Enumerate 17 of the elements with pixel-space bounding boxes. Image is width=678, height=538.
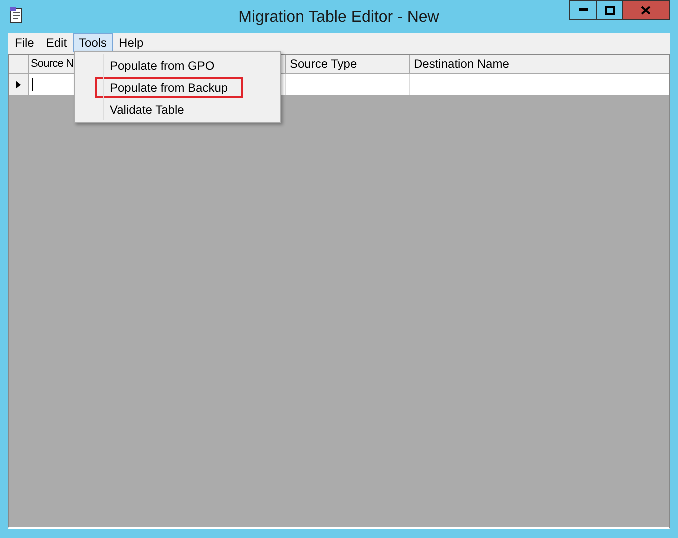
- column-header[interactable]: Source Type: [286, 55, 410, 73]
- minimize-icon: [578, 8, 588, 12]
- maximize-button[interactable]: [596, 0, 623, 20]
- app-icon[interactable]: [9, 7, 25, 24]
- column-header[interactable]: Destination Name: [410, 55, 669, 73]
- menu-option[interactable]: Populate from Backup: [95, 76, 244, 98]
- close-button[interactable]: [623, 0, 670, 20]
- menu-item[interactable]: Tools: [73, 33, 114, 52]
- maximize-icon: [604, 6, 614, 14]
- menu-item[interactable]: File: [9, 33, 40, 52]
- window-title: Migration Table Editor - New: [238, 8, 440, 28]
- menu-option[interactable]: Validate Table: [95, 98, 200, 120]
- minimize-button[interactable]: [569, 0, 596, 20]
- close-icon: [641, 6, 651, 14]
- menu-item[interactable]: Help: [113, 33, 150, 52]
- menu-option[interactable]: Populate from GPO: [95, 54, 230, 76]
- menu-item[interactable]: Edit: [40, 33, 74, 52]
